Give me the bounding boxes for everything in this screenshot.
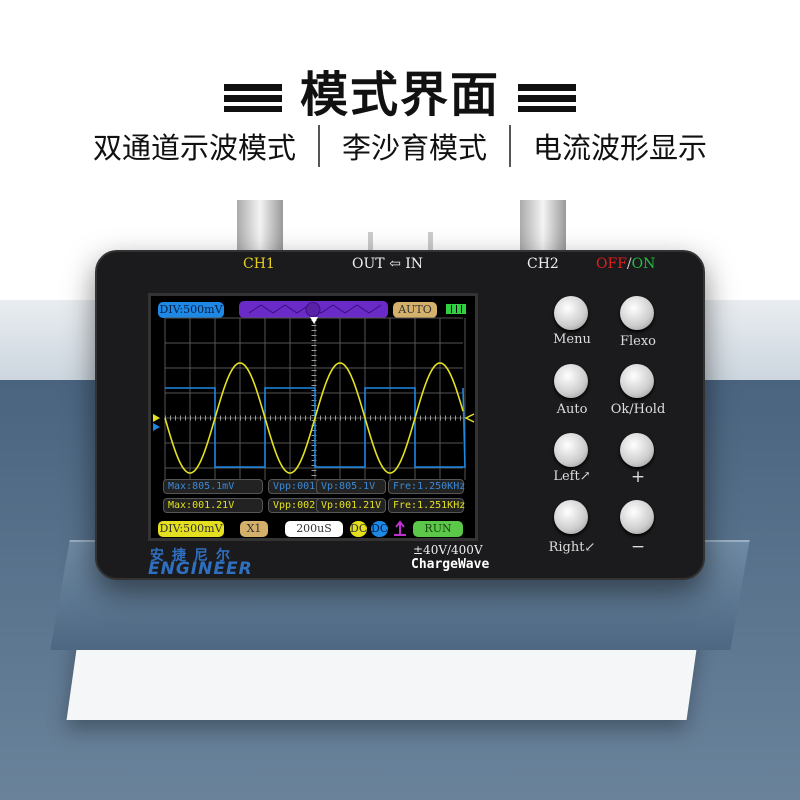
trigger-edge-icon [394,520,406,536]
ok-hold-button[interactable] [620,364,654,398]
measurement-readout: Max:805.1mV [163,479,263,494]
model-name: ChargeWave [411,557,490,572]
minus-label: − [630,537,646,557]
out-label: OUT [352,256,385,272]
left-button[interactable] [554,433,588,467]
menu-button[interactable] [554,296,588,330]
ok-hold-label: Ok/Hold [610,402,666,417]
ch2-div-badge[interactable]: DIV:500mV [158,521,224,537]
ch2-label: CH2 [527,256,559,272]
divider [509,125,511,167]
right-button[interactable] [554,500,588,534]
ch2-marker-icon [153,414,160,422]
subtitle: 李沙育模式 [341,131,487,165]
trigger-position-icon [310,317,318,324]
ch1-marker-icon [153,423,160,431]
measurement-readout: Max:001.21V [163,498,263,513]
brand-logo: ENGINEER [148,559,253,579]
bars-icon [518,84,576,112]
measurement-readout: Fre:1.250KHz [388,479,465,494]
voltage-spec: ±40V/400V [413,543,483,557]
plus-button[interactable] [620,433,654,467]
subtitle-row: 双通道示波模式 李沙育模式 电流波形显示 [0,125,800,167]
ch1-coupling-badge[interactable]: DC [371,521,388,537]
run-status-badge[interactable]: RUN [413,521,463,537]
plus-label: + [630,467,646,487]
divider [317,125,320,167]
auto-button[interactable] [554,364,588,398]
title-text: 模式界面 [299,67,500,123]
ch1-label: CH1 [243,256,275,272]
subtitle: 电流波形显示 [533,131,708,165]
flexo-button[interactable] [620,296,654,330]
ch2-coupling-badge[interactable]: DC [350,521,367,537]
battery-icon [446,304,466,314]
off-label: OFF [596,256,627,272]
probe-badge[interactable]: X1 [240,521,268,537]
in-label: IN [405,256,424,272]
waveform-display [153,317,475,480]
arrow-icon: ⇦ [389,256,401,272]
page-title: 模式界面 [0,55,800,125]
measurement-readout: Vp:001.21V [316,498,386,513]
power-label: OFF/ON [596,256,655,272]
subtitle: 双通道示波模式 [92,131,296,165]
minus-button[interactable] [620,500,654,534]
trigger-level-icon [464,413,475,423]
measurement-readout: Vp:805.1V [316,479,386,494]
on-label: ON [631,256,656,272]
bars-icon [223,84,282,112]
timebase-badge[interactable]: 200uS [285,521,343,537]
measurement-readout: Fre:1.251KHz [388,498,465,513]
flexo-label: Flexo [619,334,657,349]
port-labels: OUT ⇦ IN [352,256,423,272]
